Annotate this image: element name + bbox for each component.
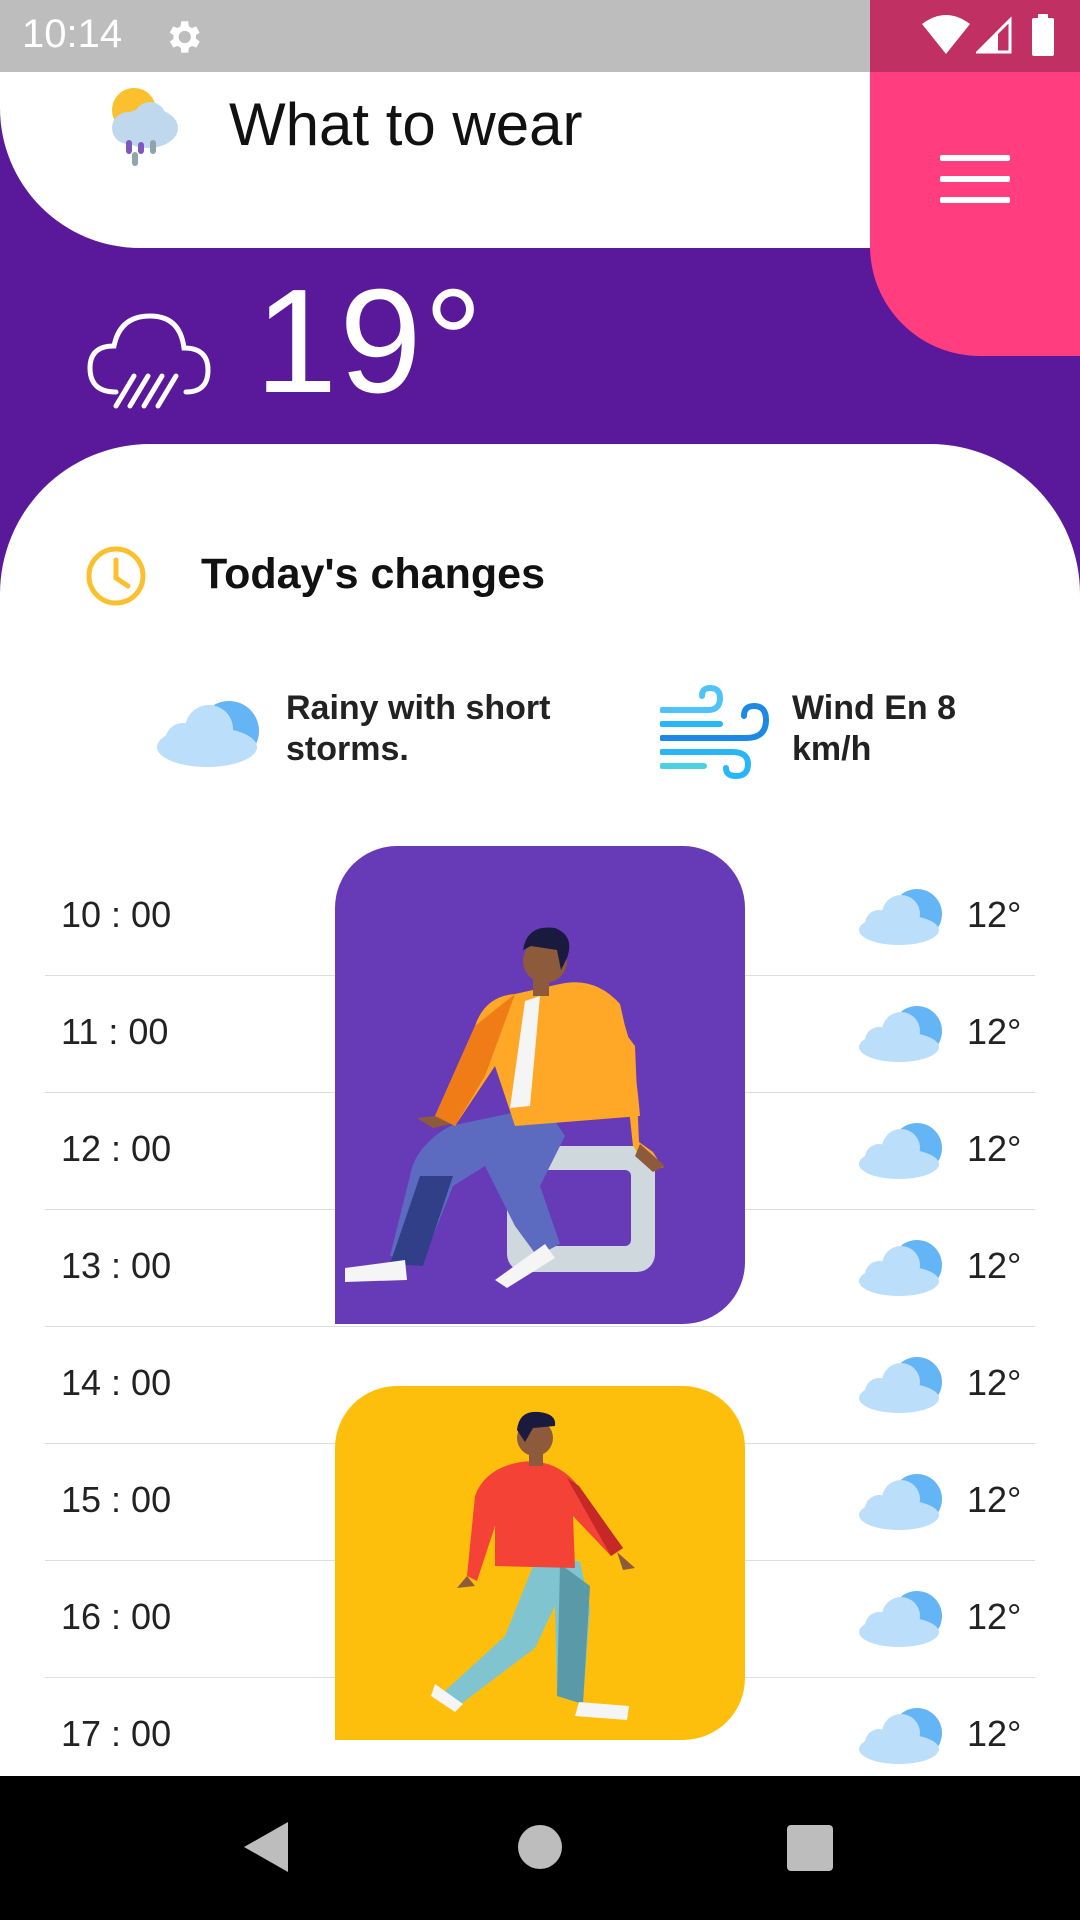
sitting-person-illustration: [345, 927, 665, 1288]
hour-time: 11 : 00: [61, 1011, 169, 1052]
wifi-icon: [922, 15, 970, 54]
cloud-icon: [859, 1357, 942, 1413]
clock-icon: [86, 546, 146, 606]
hour-time: 14 : 00: [61, 1362, 172, 1403]
status-time: 10:14: [22, 12, 123, 56]
home-icon[interactable]: [518, 1825, 562, 1869]
section-title: Today's changes: [201, 550, 545, 598]
current-temperature: 19°: [255, 259, 485, 424]
cloud-icon: [157, 701, 259, 767]
hour-time: 10 : 00: [61, 894, 172, 935]
outfit-card-sitting[interactable]: [335, 846, 745, 1324]
cloud-icon: [859, 1006, 942, 1062]
hour-temperature: 12°: [967, 1713, 1022, 1754]
wind-text: Wind En 8 km/h: [792, 689, 957, 768]
cloud-icon: [859, 1591, 942, 1647]
hour-temperature: 12°: [967, 1011, 1022, 1052]
sun-rain-cloud-icon: [112, 88, 178, 166]
cloud-icon: [859, 1123, 942, 1179]
hour-temperature: 12°: [967, 1596, 1022, 1637]
hour-time: 17 : 00: [61, 1713, 172, 1754]
cloud-icon: [859, 1474, 942, 1530]
hour-temperature: 12°: [967, 1362, 1022, 1403]
hour-temperature: 12°: [967, 1128, 1022, 1169]
hour-temperature: 12°: [967, 1245, 1022, 1286]
hour-temperature: 12°: [967, 1479, 1022, 1520]
hour-time: 15 : 00: [61, 1479, 172, 1520]
cell-signal-icon: [976, 16, 1012, 54]
condition-text: Rainy with short storms.: [286, 689, 551, 768]
walking-person-illustration: [431, 1411, 635, 1720]
outfit-card-walking[interactable]: [335, 1386, 745, 1740]
cloud-icon: [859, 1240, 942, 1296]
hour-time: 13 : 00: [61, 1245, 172, 1286]
menu-hamburger-icon[interactable]: [940, 155, 1010, 203]
wind-icon: [660, 684, 770, 780]
cloud-icon: [859, 889, 942, 945]
battery-icon: [1032, 14, 1054, 56]
hour-temperature: 12°: [967, 894, 1022, 935]
cloud-icon: [859, 1708, 942, 1764]
menu-panel: [870, 72, 1080, 356]
recents-icon[interactable]: [787, 1825, 833, 1871]
back-icon[interactable]: [244, 1822, 288, 1872]
app-title: What to wear: [229, 91, 583, 158]
rain-cloud-outline-icon: [87, 313, 211, 409]
settings-gear-icon: [169, 21, 200, 53]
hour-time: 12 : 00: [61, 1128, 172, 1169]
hour-time: 16 : 00: [61, 1596, 172, 1637]
